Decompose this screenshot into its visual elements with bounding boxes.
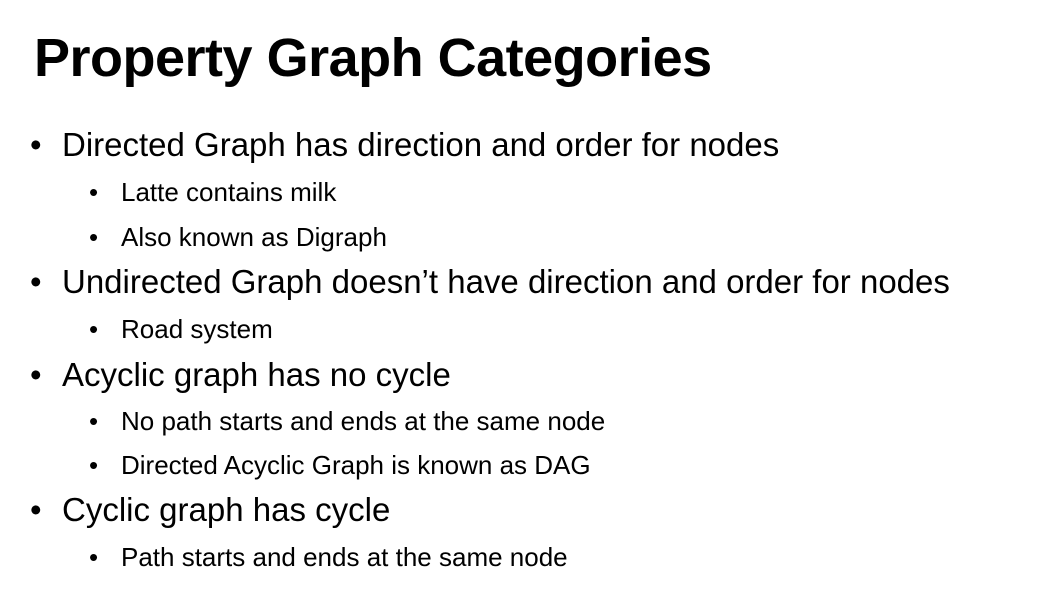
sub-bullet-marker: •: [89, 314, 99, 344]
sub-bullet-marker: •: [89, 222, 99, 252]
sub-bullet-text: Also known as Digraph: [121, 222, 387, 252]
sub-bullet-text: Road system: [121, 314, 273, 344]
bullet-text: Acyclic graph has no cycle: [62, 356, 451, 393]
sub-bullet-text: Latte contains milk: [121, 177, 337, 207]
sub-bullet-text: Path starts and ends at the same node: [121, 542, 568, 572]
sub-bullet-marker: •: [89, 542, 99, 572]
sub-bullet-marker: •: [89, 450, 99, 480]
bullet-marker: •: [30, 491, 42, 528]
sub-bullet-marker: •: [89, 406, 99, 436]
slide-title: Property Graph Categories: [34, 28, 712, 88]
bullet-marker: •: [30, 263, 42, 300]
slide: Property Graph Categories • Directed Gra…: [0, 0, 1040, 608]
bullet-marker: •: [30, 356, 42, 393]
sub-bullet-marker: •: [89, 177, 99, 207]
bullet-text: Cyclic graph has cycle: [62, 491, 391, 528]
bullet-marker: •: [30, 126, 42, 163]
bullet-text: Undirected Graph doesn’t have direction …: [62, 263, 950, 300]
sub-bullet-text: Directed Acyclic Graph is known as DAG: [121, 450, 591, 480]
bullet-text: Directed Graph has direction and order f…: [62, 126, 780, 163]
sub-bullet-text: No path starts and ends at the same node: [121, 406, 606, 436]
